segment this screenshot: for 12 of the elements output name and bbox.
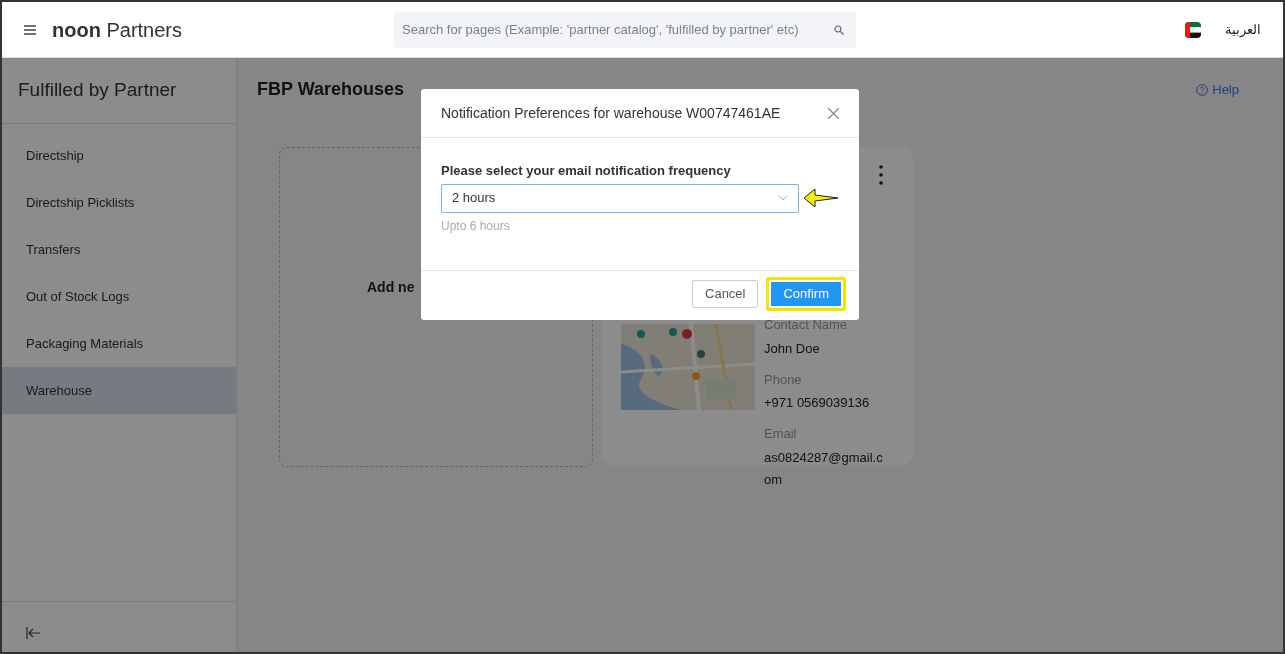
field-value: +971 0569039136 xyxy=(764,394,871,413)
field-value: John Doe xyxy=(764,339,821,358)
field-label: Contact Name xyxy=(764,316,849,334)
field-value: as0824287@gmail.com xyxy=(764,448,884,489)
page-title: FBP Warehouses xyxy=(257,78,405,101)
hint-text: Upto 6 hours xyxy=(441,217,511,235)
add-label: Add ne xyxy=(367,278,415,297)
dialog-title: Notification Preferences for warehouse W00747461AE xyxy=(441,103,781,123)
field-label: Phone xyxy=(764,370,803,389)
field-label: Please select your email notification frequency xyxy=(441,162,732,180)
sidebar-title: Fulfilled by Partner xyxy=(2,58,236,124)
field-label: Email xyxy=(764,425,798,444)
